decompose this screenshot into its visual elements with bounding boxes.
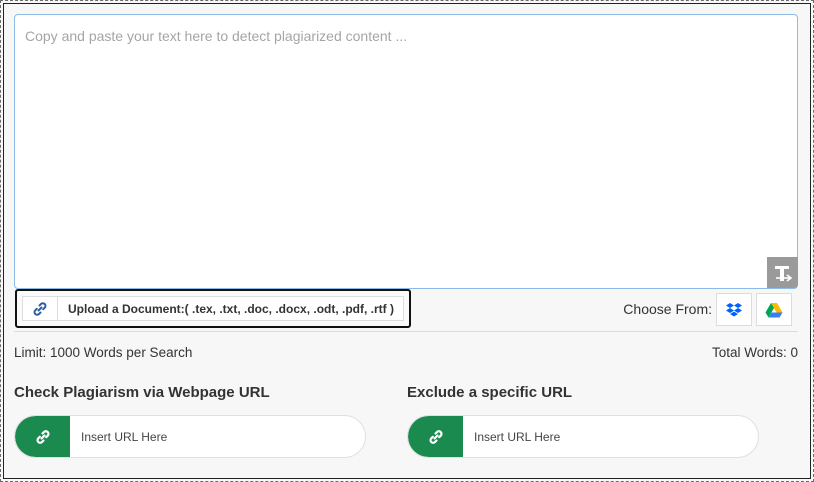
total-words-counter: Total Words: 0	[711, 345, 798, 360]
google-drive-icon	[765, 302, 783, 317]
link-icon	[15, 416, 70, 457]
choose-from-label: Choose From:	[623, 301, 712, 317]
exclude-url-title: Exclude a specific URL	[407, 384, 573, 401]
link-icon	[408, 416, 463, 457]
webpage-url-input[interactable]	[70, 416, 365, 457]
text-input-area[interactable]	[14, 14, 798, 289]
exclude-url-input[interactable]	[463, 416, 758, 457]
upload-toolbar: Upload a Document:( .tex, .txt, .doc, .d…	[14, 289, 798, 332]
dropbox-button[interactable]	[716, 293, 752, 326]
word-limit-text: Limit: 1000 Words per Search	[14, 345, 193, 360]
upload-document-field[interactable]: Upload a Document:( .tex, .txt, .doc, .d…	[22, 296, 404, 321]
google-drive-button[interactable]	[756, 293, 792, 326]
dropbox-icon	[726, 302, 742, 316]
upload-document-label: Upload a Document:( .tex, .txt, .doc, .d…	[68, 301, 395, 316]
webpage-url-field	[14, 415, 366, 458]
exclude-url-field	[407, 415, 759, 458]
webpage-url-title: Check Plagiarism via Webpage URL	[14, 384, 270, 401]
upload-document-button[interactable]: Upload a Document:( .tex, .txt, .doc, .d…	[15, 289, 411, 328]
link-icon	[23, 297, 58, 320]
text-format-icon[interactable]	[767, 257, 798, 288]
